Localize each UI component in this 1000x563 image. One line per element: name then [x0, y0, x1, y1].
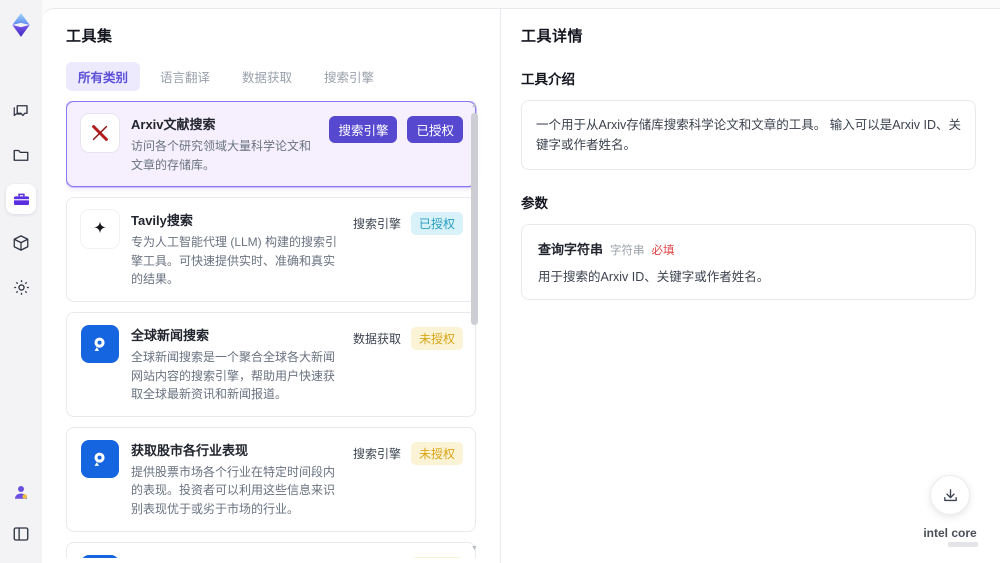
toolset-title: 工具集 — [66, 28, 113, 45]
tool-category-label: 搜索引擎 — [352, 217, 401, 232]
params-heading: 参数 — [521, 196, 548, 211]
tool-category-label: 搜索引擎 — [329, 116, 398, 143]
tool-status-badge: 已授权 — [407, 116, 463, 143]
sidebar-item-folder[interactable] — [6, 140, 36, 170]
param-type: 字符串 — [610, 245, 645, 257]
tool-detail-pane: 工具详情 工具介绍 一个用于从Arxiv存储库搜索科学论文和文章的工具。 输入可… — [500, 9, 1000, 563]
intel-core-logo-text: intel core — [923, 526, 977, 540]
gear-icon — [13, 279, 29, 295]
category-tabs: 所有类别 语言翻译 数据获取 搜索引擎 — [66, 62, 490, 91]
tool-list: Arxiv文献搜索 访问各个研究领域大量科学论文和文章的存储库。 搜索引擎 已授权 Ta… — [66, 101, 490, 558]
tab-data-fetch[interactable]: 数据获取 — [230, 62, 304, 91]
briefcase-icon — [13, 193, 29, 205]
tool-status-badge: 未授权 — [410, 441, 463, 465]
tool-title: 获取市场最活跃股票信息 — [131, 555, 341, 559]
intel-core-logo: intel core — [922, 526, 978, 547]
tool-status-badge: 未授权 — [410, 556, 463, 558]
chat-icon — [13, 105, 28, 117]
intel-core-logo-sub — [948, 542, 978, 547]
sidebar-item-packages[interactable] — [6, 228, 36, 258]
param-desc: 用于搜索的Arxiv ID、关键字或作者姓名。 — [538, 270, 770, 284]
tool-status-badge: 已授权 — [410, 212, 463, 236]
sparkle-icon — [81, 210, 119, 249]
tool-description: 访问各个研究领域大量科学论文和文章的存储库。 — [131, 139, 312, 172]
download-button[interactable] — [930, 475, 970, 515]
main-area: 工具集 所有类别 语言翻译 数据获取 搜索引擎 Arxiv文献搜索 访问各个研究领域大量… — [42, 8, 1000, 563]
tool-description: 全球新闻搜索是一个聚合全球各大新闻网站内容的搜索引擎，帮助用户快速获取全球最新资… — [131, 349, 336, 402]
param-card: 查询字符串 字符串 必填 用于搜索的Arxiv ID、关键字或作者姓名。 — [521, 224, 976, 300]
tab-all-categories[interactable]: 所有类别 — [66, 62, 141, 91]
param-name: 查询字符串 — [538, 242, 604, 257]
intro-text: 一个用于从Arxiv存储库搜索科学论文和文章的工具。 输入可以是Arxiv ID… — [536, 118, 962, 152]
tool-title: Arxiv文献搜索 — [131, 117, 216, 132]
tool-card-most-active-stocks[interactable]: 获取市场最活跃股票信息提供当天交易量最高的股票列表，投资者可以利用这些信息来识别… — [66, 541, 476, 559]
tool-title: 获取股市各行业表现 — [131, 442, 249, 458]
tool-description: 提供股票市场各个行业在特定时间段内的表现。投资者可以利用这些信息来识别表现优于或… — [131, 464, 336, 516]
arxiv-x-icon — [81, 114, 119, 152]
download-icon — [943, 488, 957, 501]
tool-status-badge: 未授权 — [410, 326, 463, 350]
tool-card-arxiv-search[interactable]: Arxiv文献搜索访问各个研究领域大量科学论文和文章的存储库。 搜索引擎 已授权 — [66, 101, 476, 188]
toolset-pane: 工具集 所有类别 语言翻译 数据获取 搜索引擎 Arxiv文献搜索 访问各个研究领域大量… — [42, 9, 500, 563]
tool-card-tavily-search[interactable]: Tavily搜索专为人工智能代理 (LLM) 构建的搜索引擎工具。可快速提供实时… — [66, 197, 476, 302]
tool-title: Tavily搜索 — [131, 213, 193, 229]
detail-title: 工具详情 — [521, 28, 584, 45]
sidebar-item-chat[interactable] — [6, 96, 36, 126]
tool-description: 专为人工智能代理 (LLM) 构建的搜索引擎工具。可快速提供实时、准确和真实的结… — [131, 235, 338, 287]
blue-search-app-icon — [81, 324, 119, 363]
tool-title: 全球新闻搜索 — [131, 327, 210, 343]
layout-panel-icon[interactable] — [6, 519, 36, 549]
account-avatar-icon[interactable] — [6, 477, 36, 507]
tool-card-stock-sector-performance[interactable]: 获取股市各行业表现提供股票市场各个行业在特定时间段内的表现。投资者可以利用这些信… — [66, 426, 476, 532]
tab-language-translation[interactable]: 语言翻译 — [148, 62, 222, 91]
intro-heading: 工具介绍 — [521, 72, 575, 87]
sidebar-item-settings[interactable] — [6, 272, 36, 302]
intro-box: 一个用于从Arxiv存储库搜索科学论文和文章的工具。 输入可以是Arxiv ID… — [521, 100, 976, 170]
folder-icon — [13, 149, 29, 161]
tab-search-engine[interactable]: 搜索引擎 — [312, 62, 386, 91]
blue-search-app-icon — [81, 439, 119, 478]
tool-list-scrollbar[interactable]: ▲ ▼ — [471, 102, 478, 552]
app-logo-icon — [12, 13, 30, 37]
app-rail — [0, 0, 42, 563]
sidebar-item-toolbox[interactable] — [6, 184, 36, 214]
cube-icon — [13, 235, 29, 251]
tool-category-label: 数据获取 — [352, 331, 401, 346]
scrollbar-thumb[interactable] — [471, 113, 478, 325]
tool-card-global-news-search[interactable]: 全球新闻搜索全球新闻搜索是一个聚合全球各大新闻网站内容的搜索引擎，帮助用户快速获… — [66, 311, 476, 417]
scroll-up-arrow-icon[interactable]: ▲ — [471, 102, 478, 109]
param-required-flag: 必填 — [651, 245, 675, 257]
scroll-down-arrow-icon[interactable]: ▼ — [471, 545, 478, 552]
tool-category-label: 搜索引擎 — [352, 446, 401, 461]
blue-search-app-icon — [81, 554, 119, 558]
